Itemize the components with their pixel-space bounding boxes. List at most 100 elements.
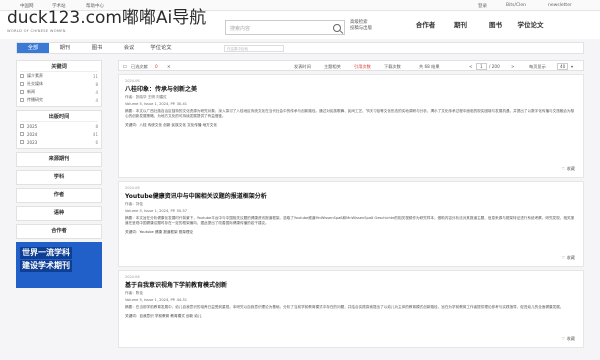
pub-nav-journals[interactable]: 期刊 [443, 19, 478, 31]
promo-banner[interactable]: 世界一流学科 建设学术期刊 [16, 242, 102, 288]
search-box[interactable]: 搜索内容 [225, 20, 345, 35]
filter-option[interactable]: 2023 6 [20, 138, 98, 146]
topbar-newsletter-link[interactable]: newsletter [548, 3, 572, 8]
result-journal[interactable]: Volume 5, Issue 1, 2024, PP. 44-51 [125, 298, 577, 302]
filter-count: 4 [95, 89, 98, 95]
result-journal[interactable]: Volume 5, Issue 1, 2024, PP. 50-57 [125, 209, 577, 213]
result-date: 2024-06 [125, 79, 140, 83]
filter-heading[interactable]: 语种 [20, 209, 98, 218]
result-title[interactable]: 基于自我意识视角下学前教育模式创新 [125, 280, 577, 289]
filter-discipline[interactable]: 学科 [16, 170, 102, 185]
filter-label: 2024 [27, 131, 38, 137]
per-page-select[interactable]: 40 [557, 63, 569, 70]
filter-partners[interactable]: 合作者 [16, 224, 102, 239]
heart-icon: ♡ [561, 166, 566, 171]
filter-option[interactable]: 媒介素养 11 [20, 72, 98, 80]
banner-line1: 世界一流学科 [20, 247, 72, 259]
result-authors[interactable]: 作者：陈佳 [125, 291, 577, 296]
tab-journals[interactable]: 期刊 [49, 43, 81, 53]
watermark-text: duck123.com嘟嘟Ai导航 [7, 8, 207, 28]
result-title[interactable]: 八桂印象：传承与创新之美 [125, 84, 577, 93]
checkbox[interactable] [20, 140, 24, 144]
result-date: 2024-06 [125, 186, 140, 190]
filter-option[interactable]: 2024 41 [20, 130, 98, 138]
tab-conferences[interactable]: 会议 [113, 43, 145, 53]
filter-option[interactable]: 传播研究 4 [20, 96, 98, 104]
filter-heading[interactable]: 学科 [20, 173, 98, 182]
result-authors[interactable]: 作者：张晓华 王明 刘建红 [125, 95, 577, 100]
result-title[interactable]: Youtube健康资讯中与中国相关议题的报道框架分析 [125, 191, 577, 200]
search-input[interactable]: 搜索内容 [230, 25, 250, 32]
filter-count: 6 [95, 139, 98, 145]
favorite-button[interactable]: ♡ 收藏 [562, 255, 576, 261]
result-authors[interactable]: 作者：刘佳 [125, 202, 577, 207]
checkbox[interactable] [20, 74, 24, 78]
topbar-bits-link[interactable]: Bits/Clen [506, 3, 526, 8]
result-abstract: 摘要：本文以广西壮族自治区独特的文化资源为研究对象，深入探讨了八桂地区传统文化在… [125, 109, 575, 119]
filter-keywords: 关键词 媒介素养 11 社交媒体 8 新闻 4 传播研究 4 [16, 60, 102, 107]
filter-option[interactable]: 社交媒体 8 [20, 80, 98, 88]
topbar-login-link[interactable]: 登录 [478, 3, 487, 9]
tab-theses[interactable]: 学位论文 [145, 43, 177, 53]
favorite-button[interactable]: ♡ 收藏 [562, 166, 576, 172]
result-date: 2024-06 [125, 275, 140, 279]
site-logo-subtitle: WORLD OF CHINESE WOMEN [7, 29, 66, 33]
filter-count: 8 [95, 123, 98, 129]
per-page-label: 每页显示 [529, 64, 546, 69]
header-pub-nav: 合作者 期刊 图书 学位论文 [408, 19, 548, 31]
result-keywords[interactable]: 关键词：自我意识 学前教育 教育模式 创新 幼儿 [125, 314, 577, 319]
filter-language[interactable]: 语种 [16, 206, 102, 221]
result-journal[interactable]: Volume 5, Issue 1, 2024, PP. 30-41 [125, 102, 577, 106]
filter-count: 11 [92, 73, 98, 79]
result-keywords[interactable]: 关键词：Youtube 健康 报道框架 框架理论 [125, 230, 577, 235]
favorite-label: 收藏 [566, 166, 575, 171]
sort-publish-time[interactable]: 发表时间 [294, 64, 311, 70]
filter-sidebar: 关键词 媒介素养 11 社交媒体 8 新闻 4 传播研究 4 出版时间 2025 8 20… [16, 60, 102, 288]
chevron-down-icon[interactable]: ▾ [571, 64, 573, 69]
checkbox[interactable] [20, 132, 24, 136]
checkbox[interactable] [20, 90, 24, 94]
category-tabs: 全部 期刊 图书 会议 学位论文 在结果中检索 [16, 42, 584, 54]
filter-label: 媒介素养 [27, 73, 43, 78]
page-total: / 200 [489, 64, 500, 69]
filter-label: 传播研究 [27, 97, 43, 102]
pub-nav-books[interactable]: 图书 [478, 19, 513, 31]
pub-nav-theses[interactable]: 学位论文 [513, 19, 548, 31]
sort-downloads[interactable]: 下载次数 [384, 64, 401, 70]
results-panel: ☐ 已选文献 0 ✕ 发表时间 主题相关 引用次数 下载次数 共 68 结果 <… [118, 60, 584, 348]
submission-link[interactable]: 投稿与出版 [350, 26, 372, 32]
result-keywords[interactable]: 关键词：八桂 传统文化 创新 民族文化 文化传播 地方文化 [125, 123, 577, 128]
tab-books[interactable]: 图书 [81, 43, 113, 53]
sort-relevance[interactable]: 主题相关 [324, 64, 341, 70]
filter-label: 2025 [27, 123, 38, 129]
filter-heading: 关键词 [20, 63, 98, 72]
filter-count: 4 [95, 97, 98, 103]
result-abstract: 摘要：本文旨在分析健康化发展时代背景下，Youtube平台中与中国相关议题的健康… [125, 216, 575, 226]
checkbox[interactable] [20, 124, 24, 128]
select-all-checkbox[interactable]: ☐ [123, 64, 127, 69]
checkbox[interactable] [20, 98, 24, 102]
selected-label: 已选文献 [131, 64, 148, 69]
filter-count: 8 [95, 81, 98, 87]
result-card: 2024-06 Youtube健康资讯中与中国相关议题的报道框架分析 作者：刘佳… [118, 181, 584, 267]
favorite-button[interactable]: ♡ 收藏 [562, 336, 576, 342]
next-page-icon[interactable]: > [511, 64, 515, 69]
clear-icon[interactable]: ✕ [167, 64, 171, 69]
refine-search-input[interactable]: 在结果中检索 [224, 45, 284, 52]
page-input[interactable]: 1 [476, 63, 487, 70]
filter-heading[interactable]: 作者 [20, 191, 98, 200]
filter-source-journal[interactable]: 来源期刊 [16, 152, 102, 167]
filter-option[interactable]: 2025 8 [20, 122, 98, 130]
search-icon[interactable] [333, 24, 341, 32]
filter-heading[interactable]: 合作者 [20, 227, 98, 236]
sort-citations[interactable]: 引用次数 [354, 64, 371, 70]
result-total: 共 68 结果 [419, 64, 440, 69]
checkbox[interactable] [20, 82, 24, 86]
tab-all[interactable]: 全部 [17, 43, 49, 53]
filter-label: 社交媒体 [27, 81, 43, 86]
filter-option[interactable]: 新闻 4 [20, 88, 98, 96]
filter-heading[interactable]: 来源期刊 [20, 155, 98, 164]
filter-author[interactable]: 作者 [16, 188, 102, 203]
pub-nav-partners[interactable]: 合作者 [408, 19, 443, 31]
prev-page-icon[interactable]: < [469, 64, 473, 69]
